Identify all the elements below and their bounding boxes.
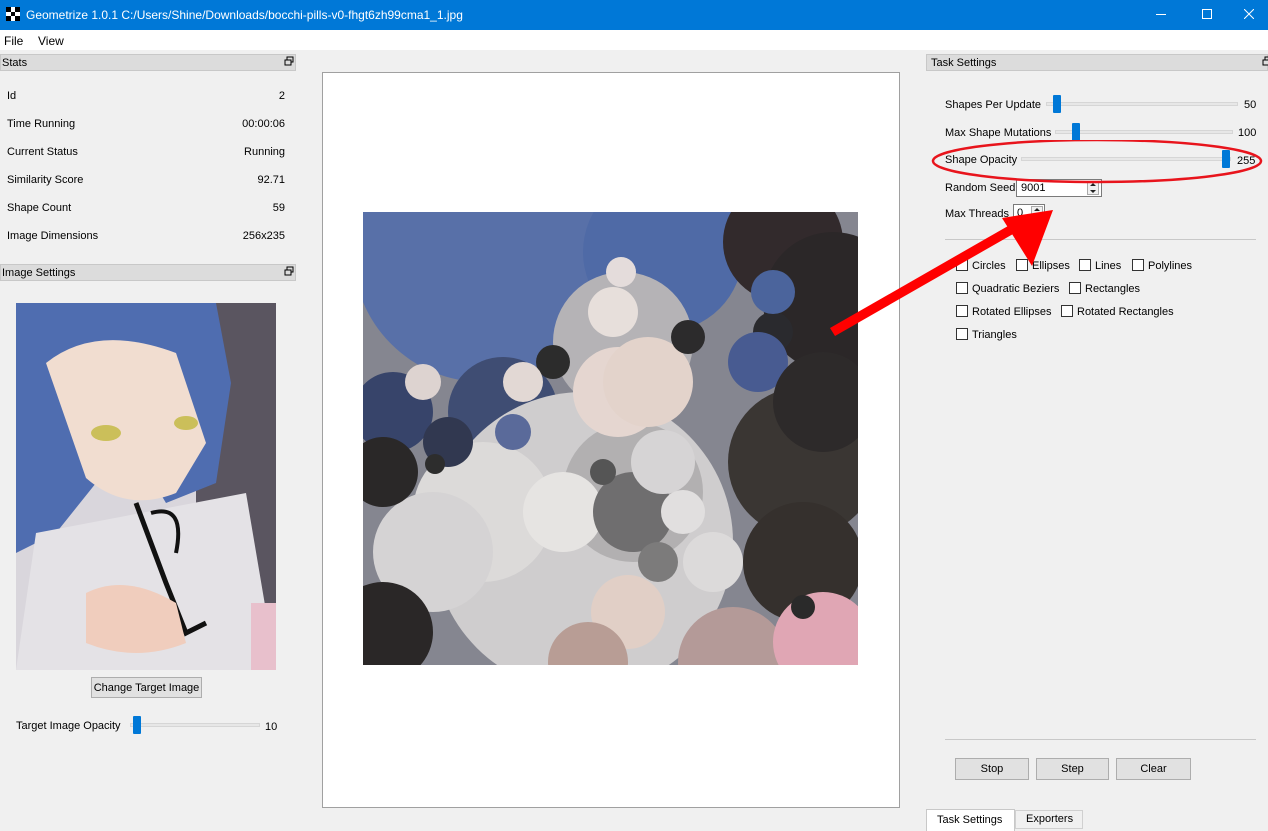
change-target-image-button[interactable]: Change Target Image	[91, 677, 202, 698]
close-icon	[1244, 9, 1254, 19]
title-bar: Geometrize 1.0.1 C:/Users/Shine/Download…	[0, 0, 1268, 30]
tab-task-settings[interactable]: Task Settings	[926, 809, 1015, 831]
annotation-overlay	[830, 140, 1263, 336]
stop-button[interactable]: Stop	[955, 758, 1029, 780]
float-icon[interactable]	[284, 266, 294, 276]
shapes-per-update-label: Shapes Per Update	[945, 99, 1042, 111]
stat-label-id: Id	[7, 90, 17, 102]
stat-value-shape-count: 59	[272, 202, 285, 214]
target-opacity-slider-handle[interactable]	[133, 716, 141, 734]
app-icon	[6, 7, 20, 21]
stat-value-dimensions: 256x235	[242, 230, 285, 242]
annotation-ellipse	[931, 140, 1263, 184]
target-opacity-slider[interactable]	[130, 723, 260, 727]
maximize-button[interactable]	[1184, 0, 1230, 30]
target-opacity-label: Target Image Opacity	[16, 720, 121, 732]
stat-label-similarity: Similarity Score	[7, 174, 84, 186]
stat-label-dimensions: Image Dimensions	[7, 230, 99, 242]
image-settings-panel-title: Image Settings	[0, 264, 296, 281]
target-image-preview	[16, 303, 276, 670]
tab-task-settings-label: Task Settings	[937, 814, 1003, 826]
menu-file[interactable]: File	[4, 34, 23, 48]
float-icon[interactable]	[1262, 56, 1268, 66]
buttons-divider	[945, 739, 1256, 740]
annotation-arrow	[830, 210, 1053, 336]
step-button[interactable]: Step	[1036, 758, 1109, 780]
float-icon[interactable]	[284, 56, 294, 66]
shapes-per-update-slider[interactable]	[1046, 102, 1238, 106]
image-settings-title-text: Image Settings	[2, 267, 76, 279]
maximize-icon	[1202, 9, 1212, 19]
max-shape-mutations-value: 100	[1238, 127, 1257, 139]
geometrized-canvas[interactable]	[363, 212, 858, 665]
stat-value-time: 00:00:06	[242, 118, 285, 130]
shapes-per-update-slider-handle[interactable]	[1053, 95, 1061, 113]
max-shape-mutations-slider-handle[interactable]	[1072, 123, 1080, 141]
stats-title-text: Stats	[2, 57, 28, 69]
menu-bar: File View	[0, 30, 1268, 50]
clear-button[interactable]: Clear	[1116, 758, 1191, 780]
window-title: Geometrize 1.0.1 C:/Users/Shine/Download…	[26, 8, 463, 22]
tab-exporters[interactable]: Exporters	[1015, 810, 1083, 829]
task-settings-panel-title: Task Settings	[926, 54, 1268, 71]
minimize-button[interactable]	[1138, 0, 1184, 30]
stat-label-time: Time Running	[7, 118, 76, 130]
minimize-icon	[1156, 14, 1166, 15]
close-button[interactable]	[1230, 0, 1268, 30]
tab-exporters-label: Exporters	[1026, 813, 1074, 825]
task-settings-title-text: Task Settings	[931, 57, 997, 69]
stat-label-shape-count: Shape Count	[7, 202, 72, 214]
stats-table: Id 2 Time Running 00:00:06 Current Statu…	[0, 86, 285, 246]
stat-value-similarity: 92.71	[257, 174, 285, 186]
stats-panel-title: Stats	[0, 54, 296, 71]
menu-view[interactable]: View	[38, 34, 64, 48]
stat-value-id: 2	[278, 90, 285, 102]
stat-label-status: Current Status	[7, 146, 78, 158]
target-opacity-value: 10	[265, 721, 278, 733]
stat-value-status: Running	[244, 146, 285, 158]
max-shape-mutations-label: Max Shape Mutations	[945, 127, 1052, 139]
max-shape-mutations-slider[interactable]	[1055, 130, 1233, 134]
shapes-per-update-value: 50	[1244, 99, 1257, 111]
